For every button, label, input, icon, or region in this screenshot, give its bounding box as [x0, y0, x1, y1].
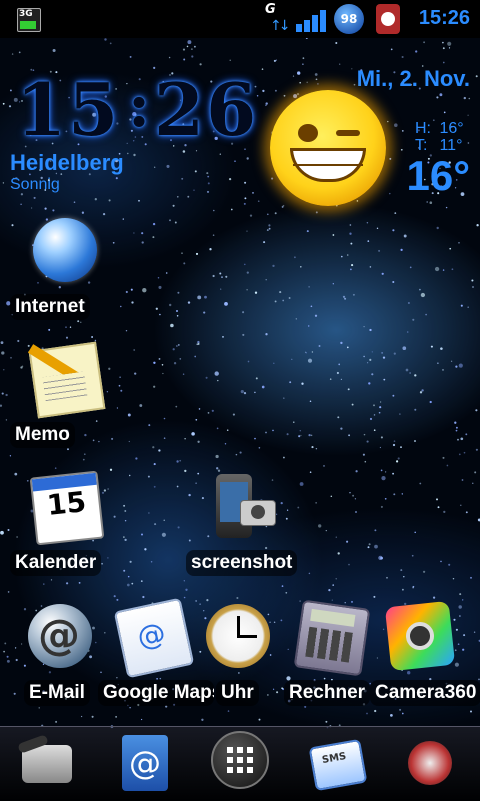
shortcut-label: Uhr — [216, 680, 259, 706]
network-type-label: 3G — [19, 9, 33, 19]
data-type-label: G — [265, 2, 276, 17]
status-bar[interactable]: 3G G ↑↓ 98 15:26 — [0, 0, 480, 38]
shortcut-kalender[interactable]: 15 Kalender — [10, 470, 120, 604]
sms-icon[interactable]: SMS — [306, 733, 366, 793]
calculator-icon — [293, 599, 371, 677]
clock-colon: : — [128, 71, 153, 141]
contacts-icon[interactable] — [116, 733, 176, 793]
email-icon — [28, 604, 92, 668]
media-icon[interactable] — [400, 733, 460, 793]
globe-icon — [33, 218, 97, 282]
high-temp-label: H: — [415, 120, 431, 137]
camera-badge-icon — [240, 500, 276, 526]
shortcut-camera360[interactable]: Camera360 — [370, 600, 480, 734]
weather-widget-clock[interactable]: 15 : 26 — [10, 67, 270, 152]
high-temp: H: 16° — [415, 120, 464, 138]
shortcut-label: Google Maps — [98, 680, 214, 706]
dock-bar: SMS — [0, 726, 480, 801]
clock-minutes: 26 — [154, 67, 259, 152]
current-temp: 16° — [406, 152, 470, 199]
shortcut-email[interactable]: E-Mail — [24, 604, 96, 734]
shortcut-screenshot[interactable]: screenshot — [186, 474, 298, 604]
weather-city: Heidelberg — [10, 150, 124, 175]
shortcut-rechner[interactable]: Rechner — [284, 599, 374, 734]
sms-icon-text: SMS — [321, 750, 348, 767]
shortcut-memo[interactable]: Memo — [10, 341, 120, 476]
shortcut-label: Memo — [10, 422, 75, 448]
sun-smiley-icon[interactable] — [270, 90, 386, 206]
memo-icon — [28, 341, 106, 419]
shortcut-label: Rechner — [284, 680, 371, 706]
shortcut-label: Camera360 — [370, 680, 480, 706]
shortcut-uhr[interactable]: Uhr — [206, 604, 270, 734]
high-temp-value: 16° — [439, 120, 464, 137]
network-type-icon: 3G — [17, 8, 41, 32]
clock-hours: 15 — [16, 67, 121, 152]
shortcut-label: Kalender — [10, 550, 102, 576]
phone-icon[interactable] — [16, 733, 76, 793]
camera360-icon — [384, 600, 456, 672]
shortcut-google-maps[interactable]: Google Maps — [98, 597, 214, 734]
weather-condition: Sonnig — [10, 176, 60, 193]
shortcut-label: E-Mail — [24, 680, 90, 706]
weather-date: Mi., 2. Nov. — [356, 66, 470, 91]
notification-app-icon — [376, 4, 400, 34]
status-time: 15:26 — [418, 7, 470, 29]
shortcut-internet[interactable]: Internet — [10, 218, 120, 348]
calendar-icon: 15 — [29, 470, 105, 546]
clock-icon — [206, 604, 270, 668]
app-drawer-icon[interactable] — [211, 731, 269, 789]
data-activity-icon: ↑↓ — [270, 18, 291, 34]
google-maps-icon — [113, 597, 195, 679]
shortcut-label: screenshot — [186, 550, 298, 576]
signal-strength-icon — [296, 8, 330, 32]
battery-icon: 98 — [334, 4, 364, 34]
shortcut-label: Internet — [10, 294, 90, 320]
